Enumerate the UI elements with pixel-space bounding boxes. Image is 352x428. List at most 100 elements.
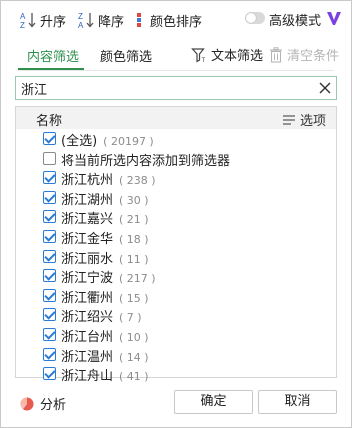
clear-conditions-button[interactable]: 清空条件 bbox=[269, 45, 339, 64]
advanced-mode-toggle[interactable] bbox=[245, 12, 265, 24]
vip-crown-icon bbox=[327, 12, 341, 25]
svg-text:A: A bbox=[20, 12, 26, 21]
tab-color-filter[interactable]: 颜色筛选 bbox=[100, 46, 152, 65]
ok-button[interactable]: 确定 bbox=[174, 390, 253, 414]
svg-text:Z: Z bbox=[20, 21, 25, 29]
sort-descending-button[interactable]: Z A 降序 bbox=[77, 8, 124, 32]
list-item[interactable]: 浙江温州 ( 14 ) bbox=[16, 345, 336, 365]
toggle-knob bbox=[246, 13, 256, 23]
list-item[interactable]: 浙江湖州 ( 30 ) bbox=[16, 188, 336, 208]
value-list: 名称 选项 (全选) ( 20197 ) 将当前所选内容添加到筛选器 浙江杭州 ( 23… bbox=[15, 106, 337, 384]
funnel-icon: T bbox=[191, 47, 206, 63]
toolbar: A Z 升序 Z A 降序 颜色排序 高级模式 bbox=[1, 1, 351, 37]
tab-content-filter[interactable]: 内容筛选 bbox=[27, 46, 79, 65]
analysis-button[interactable]: 分析 bbox=[19, 394, 66, 413]
item-count: ( 18 ) bbox=[119, 232, 149, 246]
filter-tabs: 内容筛选 颜色筛选 T 文本筛选 清空条件 bbox=[1, 39, 351, 71]
options-label: 选项 bbox=[299, 114, 326, 129]
list-header: 名称 选项 bbox=[16, 107, 336, 129]
item-count: ( 20197 ) bbox=[103, 135, 154, 148]
name-column-header: 名称 bbox=[36, 114, 63, 129]
list-rows: (全选)( 20197 ) 将当前所选内容添加到筛选器 浙江杭州( 238 ) 浙江湖… bbox=[16, 129, 336, 384]
analysis-label: 分析 bbox=[40, 398, 67, 413]
list-item[interactable]: 浙江杭州 ( 238 ) bbox=[16, 168, 336, 188]
advanced-mode-label: 高级模式 bbox=[269, 14, 322, 29]
item-label: 浙江杭州 ( 238 ) bbox=[61, 169, 156, 188]
item-checkbox[interactable] bbox=[43, 151, 56, 165]
item-checkbox[interactable] bbox=[43, 288, 56, 302]
item-count: ( 14 ) bbox=[119, 350, 149, 364]
sort-descending-label: 降序 bbox=[98, 14, 125, 30]
svg-text:A: A bbox=[78, 21, 84, 29]
sort-ascending-icon: A Z bbox=[20, 12, 36, 29]
item-text: 浙江舟山 bbox=[61, 369, 114, 385]
item-label: 浙江舟山 ( 41 ) bbox=[61, 365, 149, 384]
options-button[interactable]: 选项 bbox=[282, 110, 326, 129]
item-label: 浙江宁波 ( 217 ) bbox=[61, 267, 156, 286]
item-checkbox[interactable] bbox=[43, 171, 56, 185]
item-text: 浙江温州 bbox=[61, 349, 114, 365]
item-label: 浙江衢州 ( 15 ) bbox=[61, 287, 149, 306]
item-count: ( 238 ) bbox=[119, 174, 156, 188]
item-checkbox[interactable] bbox=[43, 347, 56, 361]
item-label: 浙江湖州 ( 30 ) bbox=[61, 189, 149, 208]
color-sort-button[interactable]: 颜色排序 bbox=[135, 8, 202, 32]
clear-search-icon[interactable] bbox=[318, 81, 332, 95]
item-text: 浙江杭州 bbox=[61, 173, 114, 189]
item-label: 浙江温州 ( 14 ) bbox=[61, 346, 149, 365]
search-box bbox=[15, 76, 337, 100]
item-text: 浙江金华 bbox=[61, 231, 114, 247]
list-item[interactable]: 浙江宁波 ( 217 ) bbox=[16, 266, 336, 286]
item-checkbox[interactable] bbox=[43, 132, 56, 145]
item-checkbox[interactable] bbox=[43, 327, 56, 341]
cancel-button[interactable]: 取消 bbox=[258, 390, 337, 414]
item-count: ( 217 ) bbox=[119, 272, 156, 286]
item-text: 浙江绍兴 bbox=[61, 310, 114, 326]
list-item[interactable]: (全选) ( 20197 ) bbox=[16, 129, 336, 149]
item-checkbox[interactable] bbox=[43, 249, 56, 263]
item-checkbox[interactable] bbox=[43, 229, 56, 243]
options-lines-icon bbox=[282, 114, 295, 125]
sort-ascending-label: 升序 bbox=[40, 14, 67, 30]
list-item[interactable]: 浙江嘉兴 ( 21 ) bbox=[16, 207, 336, 227]
item-checkbox[interactable] bbox=[43, 269, 56, 283]
item-label: 浙江丽水 ( 11 ) bbox=[61, 248, 149, 267]
tabs-divider bbox=[18, 70, 334, 71]
clear-conditions-label: 清空条件 bbox=[287, 49, 340, 64]
item-checkbox[interactable] bbox=[43, 210, 56, 224]
item-label: 浙江金华 ( 18 ) bbox=[61, 228, 149, 247]
filter-panel: A Z 升序 Z A 降序 颜色排序 高级模式 内容筛选 颜色筛选 T 文本筛选… bbox=[0, 0, 352, 428]
search-input[interactable] bbox=[21, 78, 311, 98]
item-count: ( 15 ) bbox=[119, 291, 149, 305]
pie-chart-icon bbox=[20, 397, 34, 410]
item-text: 浙江湖州 bbox=[61, 192, 114, 208]
item-label: 浙江绍兴 ( 7 ) bbox=[61, 306, 142, 325]
item-text: 浙江台州 bbox=[61, 329, 114, 345]
item-label: 浙江台州 ( 10 ) bbox=[61, 326, 149, 345]
color-sort-label: 颜色排序 bbox=[150, 14, 203, 30]
item-count: ( 41 ) bbox=[119, 370, 149, 384]
item-text: 浙江衢州 bbox=[61, 290, 114, 306]
list-item[interactable]: 浙江绍兴 ( 7 ) bbox=[16, 305, 336, 325]
item-checkbox[interactable] bbox=[43, 190, 56, 204]
svg-text:Z: Z bbox=[78, 12, 83, 21]
sort-ascending-button[interactable]: A Z 升序 bbox=[19, 8, 66, 32]
item-text: 将当前所选内容添加到筛选器 bbox=[61, 153, 231, 169]
item-count: ( 11 ) bbox=[119, 252, 149, 266]
list-item[interactable]: 浙江舟山 ( 41 ) bbox=[16, 364, 336, 384]
item-checkbox[interactable] bbox=[43, 308, 56, 322]
text-filter-label: 文本筛选 bbox=[211, 49, 264, 64]
trash-icon bbox=[270, 46, 282, 63]
list-item[interactable]: 将当前所选内容添加到筛选器 bbox=[16, 149, 336, 169]
item-text: 浙江宁波 bbox=[61, 271, 114, 287]
item-text: (全选) bbox=[61, 134, 98, 149]
list-item[interactable]: 浙江台州 ( 10 ) bbox=[16, 325, 336, 345]
item-text: 浙江嘉兴 bbox=[61, 212, 114, 228]
list-item[interactable]: 浙江金华 ( 18 ) bbox=[16, 227, 336, 247]
text-filter-button[interactable]: T 文本筛选 bbox=[191, 45, 263, 64]
list-item[interactable]: 浙江丽水 ( 11 ) bbox=[16, 247, 336, 267]
list-item[interactable]: 浙江衢州 ( 15 ) bbox=[16, 286, 336, 306]
item-count: ( 21 ) bbox=[119, 213, 149, 227]
item-checkbox[interactable] bbox=[43, 367, 56, 381]
item-label: (全选) ( 20197 ) bbox=[61, 130, 154, 149]
